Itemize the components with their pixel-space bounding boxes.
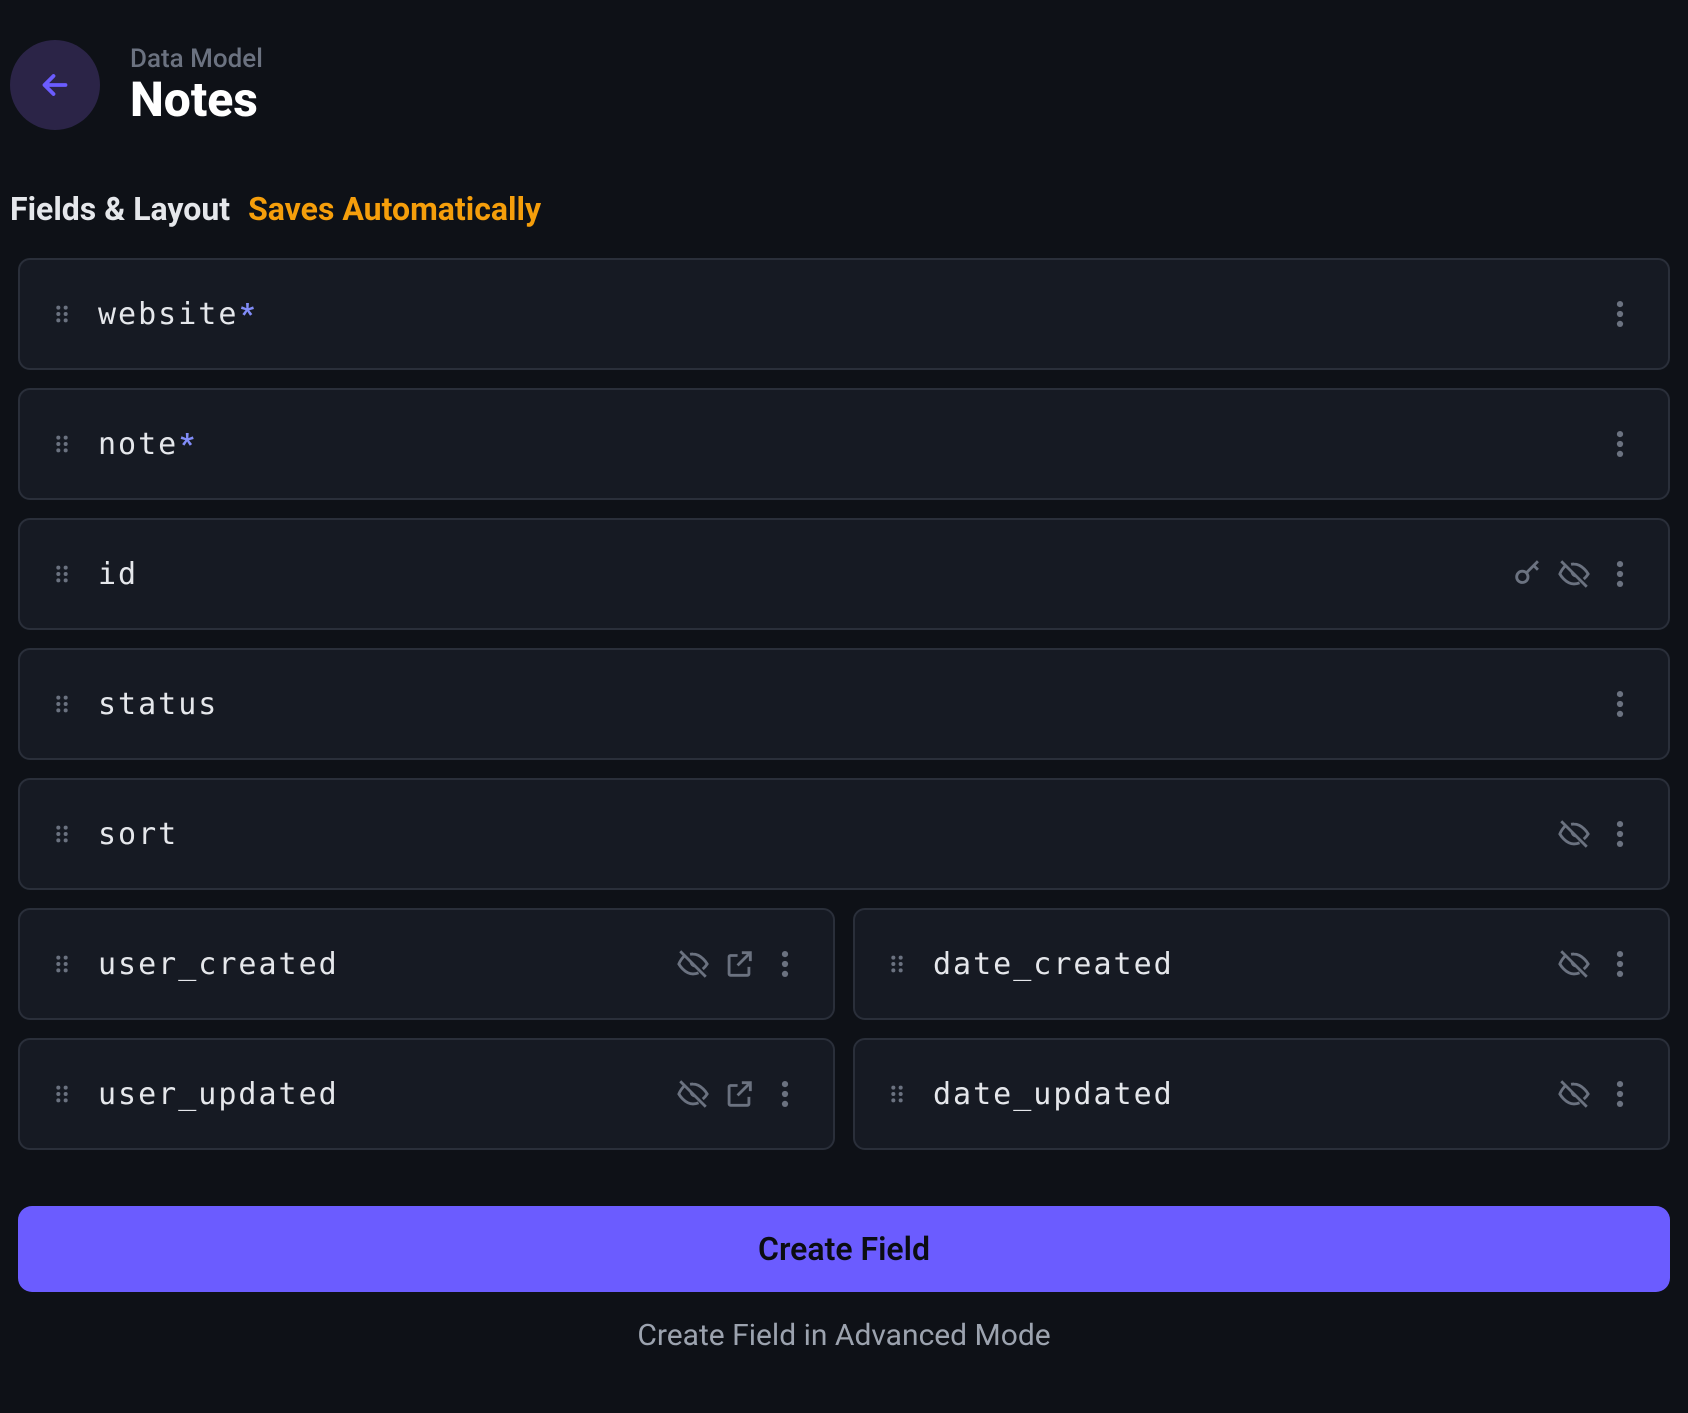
drag-handle[interactable] (48, 300, 76, 328)
visibility-hidden-indicator[interactable] (1554, 814, 1594, 854)
field-name: user_updated (98, 1077, 339, 1112)
drag-handle-icon (51, 823, 73, 845)
page-title: Notes (130, 74, 263, 127)
eye-off-icon (1557, 1077, 1591, 1111)
field-row-user-created[interactable]: user_created (18, 908, 835, 1020)
drag-handle-icon (886, 1083, 908, 1105)
autosave-label: Saves Automatically (248, 190, 541, 228)
more-vertical-icon (1603, 557, 1637, 591)
field-row-sort[interactable]: sort (18, 778, 1670, 890)
more-vertical-icon (1603, 1077, 1637, 1111)
visibility-hidden-indicator[interactable] (673, 944, 713, 984)
eye-off-icon (1557, 557, 1591, 591)
field-menu-button[interactable] (1600, 1074, 1640, 1114)
field-menu-button[interactable] (1600, 814, 1640, 854)
open-related-button[interactable] (719, 944, 759, 984)
field-menu-button[interactable] (1600, 684, 1640, 724)
section-label: Fields & Layout (10, 190, 230, 228)
more-vertical-icon (1603, 947, 1637, 981)
drag-handle[interactable] (48, 690, 76, 718)
drag-handle[interactable] (48, 820, 76, 848)
field-row-date-created[interactable]: date_created (853, 908, 1670, 1020)
field-row-website[interactable]: website * (18, 258, 1670, 370)
more-vertical-icon (768, 947, 802, 981)
more-vertical-icon (1603, 297, 1637, 331)
field-menu-button[interactable] (1600, 554, 1640, 594)
field-name: user_created (98, 947, 339, 982)
field-name: date_created (933, 947, 1174, 982)
more-vertical-icon (768, 1077, 802, 1111)
visibility-hidden-indicator[interactable] (673, 1074, 713, 1114)
open-related-button[interactable] (719, 1074, 759, 1114)
section-heading: Fields & Layout Saves Automatically (10, 190, 1678, 258)
drag-handle[interactable] (48, 560, 76, 588)
field-row-note[interactable]: note * (18, 388, 1670, 500)
drag-handle[interactable] (48, 430, 76, 458)
drag-handle-icon (51, 953, 73, 975)
eye-off-icon (1557, 817, 1591, 851)
more-vertical-icon (1603, 687, 1637, 721)
create-field-advanced-link[interactable]: Create Field in Advanced Mode (10, 1292, 1678, 1413)
required-indicator: * (180, 427, 194, 462)
field-row-date-updated[interactable]: date_updated (853, 1038, 1670, 1150)
field-row-user-updated[interactable]: user_updated (18, 1038, 835, 1150)
more-vertical-icon (1603, 427, 1637, 461)
page-header: Data Model Notes (10, 40, 1678, 190)
drag-handle-icon (51, 693, 73, 715)
back-button[interactable] (10, 40, 100, 130)
field-menu-button[interactable] (1600, 294, 1640, 334)
drag-handle[interactable] (883, 1080, 911, 1108)
field-menu-button[interactable] (1600, 424, 1640, 464)
drag-handle-icon (51, 303, 73, 325)
field-name: id (98, 557, 138, 592)
field-row-status[interactable]: status (18, 648, 1670, 760)
field-menu-button[interactable] (1600, 944, 1640, 984)
header-titles: Data Model Notes (130, 44, 263, 127)
fields-list: website * note * id (10, 258, 1678, 1150)
open-in-new-icon (722, 947, 756, 981)
key-icon (1511, 557, 1545, 591)
eye-off-icon (676, 1077, 710, 1111)
more-vertical-icon (1603, 817, 1637, 851)
eye-off-icon (676, 947, 710, 981)
drag-handle-icon (51, 563, 73, 585)
field-name: sort (98, 817, 178, 852)
field-name: date_updated (933, 1077, 1174, 1112)
drag-handle[interactable] (883, 950, 911, 978)
breadcrumb[interactable]: Data Model (130, 44, 263, 74)
open-in-new-icon (722, 1077, 756, 1111)
field-name: note (98, 427, 178, 462)
field-row-id[interactable]: id (18, 518, 1670, 630)
visibility-hidden-indicator[interactable] (1554, 1074, 1594, 1114)
drag-handle-icon (886, 953, 908, 975)
required-indicator: * (240, 297, 254, 332)
drag-handle-icon (51, 1083, 73, 1105)
field-name: website (98, 297, 238, 332)
create-field-button[interactable]: Create Field (18, 1206, 1670, 1292)
drag-handle[interactable] (48, 1080, 76, 1108)
field-menu-button[interactable] (765, 1074, 805, 1114)
arrow-left-icon (37, 67, 73, 103)
field-name: status (98, 687, 218, 722)
eye-off-icon (1557, 947, 1591, 981)
visibility-hidden-indicator[interactable] (1554, 554, 1594, 594)
drag-handle[interactable] (48, 950, 76, 978)
drag-handle-icon (51, 433, 73, 455)
primary-key-indicator (1508, 554, 1548, 594)
visibility-hidden-indicator[interactable] (1554, 944, 1594, 984)
field-menu-button[interactable] (765, 944, 805, 984)
